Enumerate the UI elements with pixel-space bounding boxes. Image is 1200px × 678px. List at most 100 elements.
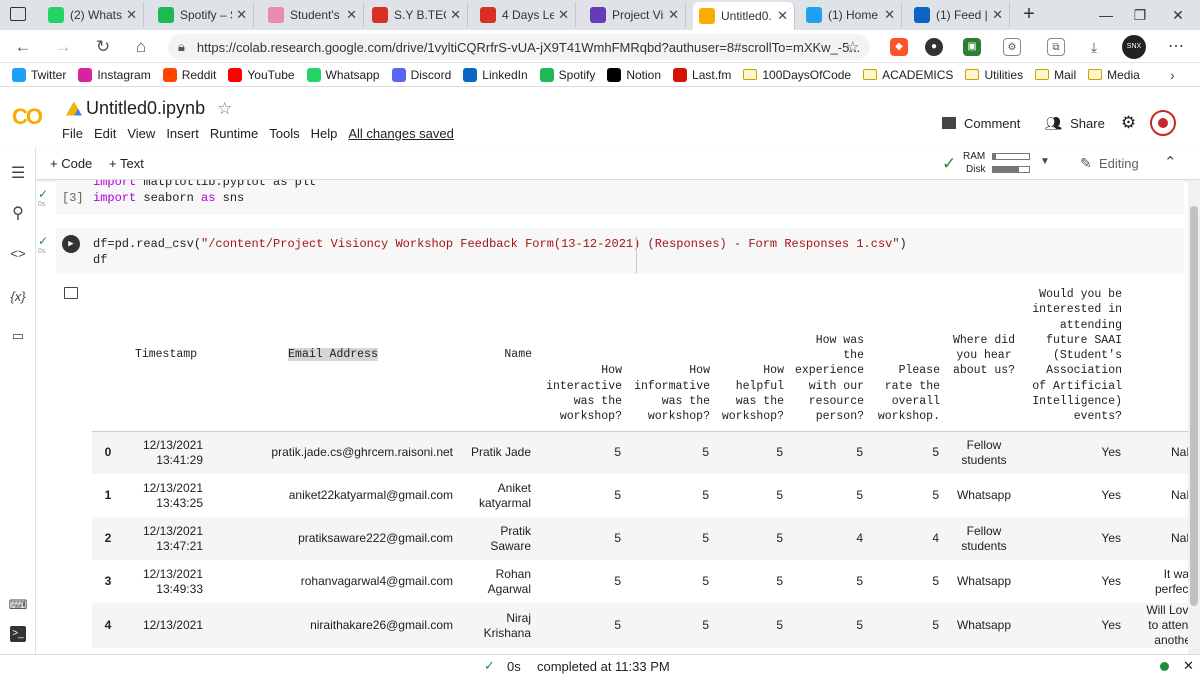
run-cell-button[interactable]: ▶ xyxy=(62,235,80,253)
editing-mode-button[interactable]: Editing xyxy=(1099,156,1139,171)
table-cell: 5 xyxy=(868,431,944,475)
terminal-icon[interactable]: >_ xyxy=(10,626,26,642)
bookmark-item[interactable]: Instagram xyxy=(78,67,151,82)
browser-tab[interactable]: Student's A ✕ xyxy=(262,2,364,28)
menu-help[interactable]: Help xyxy=(311,126,338,141)
notebook-title[interactable]: Untitled0.ipynb xyxy=(86,98,205,119)
close-tab-icon[interactable]: ✕ xyxy=(558,7,569,23)
bookmark-item[interactable]: YouTube xyxy=(228,67,295,82)
tab-title: 4 Days Lef xyxy=(502,8,555,22)
browser-tab[interactable]: Project Vis ✕ xyxy=(584,2,686,28)
bookmark-item[interactable]: Notion xyxy=(607,67,661,82)
bookmark-item[interactable]: Mail xyxy=(1035,68,1076,82)
output-menu-icon[interactable] xyxy=(64,287,78,299)
scrollbar-thumb[interactable] xyxy=(1190,206,1198,606)
close-tab-icon[interactable]: ✕ xyxy=(668,7,679,23)
menu-edit[interactable]: Edit xyxy=(94,126,116,141)
close-tab-icon[interactable]: ✕ xyxy=(346,7,357,23)
browser-tab[interactable]: (1) Feed | L ✕ xyxy=(908,2,1010,28)
menu-file[interactable]: File xyxy=(62,126,83,141)
scrollbar-track[interactable] xyxy=(1188,180,1200,654)
browser-tab[interactable]: S.Y B.TECH ✕ xyxy=(366,2,468,28)
variables-icon[interactable]: {x} xyxy=(8,287,28,307)
share-button[interactable]: Share xyxy=(1070,116,1105,131)
settings-gear-icon[interactable]: ⚙ xyxy=(1121,113,1136,133)
close-window-button[interactable]: ✕ xyxy=(1160,4,1196,26)
import-keyword: import xyxy=(93,191,137,205)
bookmark-item[interactable]: Reddit xyxy=(162,67,217,82)
browser-tab-strip: (2) WhatsA✕ Spotify – S✕ Student's A✕S.Y B… xyxy=(0,0,1200,30)
menu-tools[interactable]: Tools xyxy=(269,126,299,141)
tab-title: (1) Feed | L xyxy=(936,8,988,22)
close-tab-icon[interactable]: ✕ xyxy=(126,7,137,23)
connection-dot-icon xyxy=(1160,662,1169,671)
extension-icon-b[interactable]: ▣ xyxy=(963,38,981,56)
colab-logo[interactable]: CO xyxy=(12,104,43,130)
url-input[interactable]: 🔒︎ https://colab.research.google.com/dri… xyxy=(168,34,870,60)
files-folder-icon[interactable]: ▭ xyxy=(8,326,28,346)
close-tab-icon[interactable]: ✕ xyxy=(777,8,788,24)
browser-tab[interactable]: 4 Days Lef ✕ xyxy=(474,2,576,28)
account-avatar[interactable] xyxy=(1150,110,1177,136)
restore-button[interactable]: ❐ xyxy=(1122,4,1158,26)
disk-meter[interactable] xyxy=(992,166,1030,173)
bookmark-item[interactable]: Twitter xyxy=(12,67,66,82)
close-tab-icon[interactable]: ✕ xyxy=(236,7,247,23)
minimize-button[interactable]: — xyxy=(1088,4,1124,26)
home-button[interactable]: ⌂ xyxy=(130,36,152,58)
menu-runtime[interactable]: Runtime xyxy=(210,126,258,141)
add-text-button[interactable]: + Text xyxy=(109,156,144,171)
bookmark-item[interactable]: ACADEMICS xyxy=(863,68,953,82)
reload-button[interactable]: ↻ xyxy=(92,36,114,58)
tab-title: Project Vis xyxy=(612,8,665,22)
folder-icon xyxy=(965,69,980,80)
browser-tab[interactable]: Untitled0. ✕ xyxy=(693,2,795,30)
resources-dropdown-icon[interactable]: ▼ xyxy=(1040,156,1050,167)
bookmark-item[interactable]: Discord xyxy=(391,67,451,82)
table-of-contents-icon[interactable]: ☰ xyxy=(8,164,28,184)
profile-avatar[interactable]: SNX xyxy=(1122,35,1146,59)
command-palette-icon[interactable]: ⌨ xyxy=(8,595,28,615)
extension-icon-a[interactable]: ● xyxy=(925,38,943,56)
table-cell: 5 xyxy=(714,517,788,561)
gmail-icon xyxy=(372,7,388,23)
forward-button[interactable]: → xyxy=(52,36,74,58)
back-button[interactable]: ← xyxy=(12,36,34,58)
bookmark-item[interactable]: LinkedIn xyxy=(463,67,528,82)
menu-view[interactable]: View xyxy=(127,126,155,141)
add-code-button[interactable]: + Code xyxy=(50,156,92,171)
menu-insert[interactable]: Insert xyxy=(166,126,199,141)
bookmark-item[interactable]: Spotify xyxy=(539,67,595,82)
code-cell-2[interactable]: ▶ df=pd.read_csv("/content/Project Visio… xyxy=(56,228,1184,274)
browser-tab[interactable]: (2) WhatsA✕ xyxy=(42,2,144,28)
more-menu-icon[interactable]: ⋯ xyxy=(1168,36,1184,56)
downloads-icon[interactable]: ⤓ xyxy=(1085,38,1103,56)
bookmark-item[interactable]: Media xyxy=(1088,68,1140,82)
collapse-header-icon[interactable]: ⌃ xyxy=(1164,153,1177,171)
tab-actions-icon[interactable] xyxy=(10,7,26,21)
close-tab-icon[interactable]: ✕ xyxy=(884,7,895,23)
save-status-link[interactable]: All changes saved xyxy=(348,126,454,141)
browser-tab[interactable]: (1) Home ✕ xyxy=(800,2,902,28)
close-tab-icon[interactable]: ✕ xyxy=(992,7,1003,23)
browser-tab[interactable]: Spotify – S ✕ xyxy=(152,2,254,28)
brave-extension-icon[interactable]: ◆ xyxy=(890,38,908,56)
bookmarks-overflow-icon[interactable]: › xyxy=(1170,67,1175,83)
star-icon[interactable]: ☆ xyxy=(217,99,232,119)
close-tab-icon[interactable]: ✕ xyxy=(450,7,461,23)
ram-meter[interactable] xyxy=(992,153,1030,160)
bookmark-label: Reddit xyxy=(181,67,217,82)
extensions-icon[interactable]: ⚙ xyxy=(1003,38,1021,56)
new-tab-button[interactable]: + xyxy=(1018,4,1040,26)
bookmark-item[interactable]: 100DaysOfCode xyxy=(743,68,851,82)
collections-icon[interactable]: ⧉ xyxy=(1047,38,1065,56)
bookmark-item[interactable]: Last.fm xyxy=(673,67,731,82)
code-cell-1[interactable]: [3] import matplotlib.pyplot as plt impo… xyxy=(56,180,1184,215)
comment-button[interactable]: Comment xyxy=(964,116,1020,131)
close-status-icon[interactable]: ✕ xyxy=(1183,658,1194,674)
favorite-star-icon[interactable]: ☆ xyxy=(846,38,859,56)
code-snippets-icon[interactable]: <> xyxy=(8,244,28,264)
bookmark-item[interactable]: Utilities xyxy=(965,68,1023,82)
bookmark-item[interactable]: Whatsapp xyxy=(306,67,380,82)
search-icon[interactable]: ⚲ xyxy=(8,204,28,224)
